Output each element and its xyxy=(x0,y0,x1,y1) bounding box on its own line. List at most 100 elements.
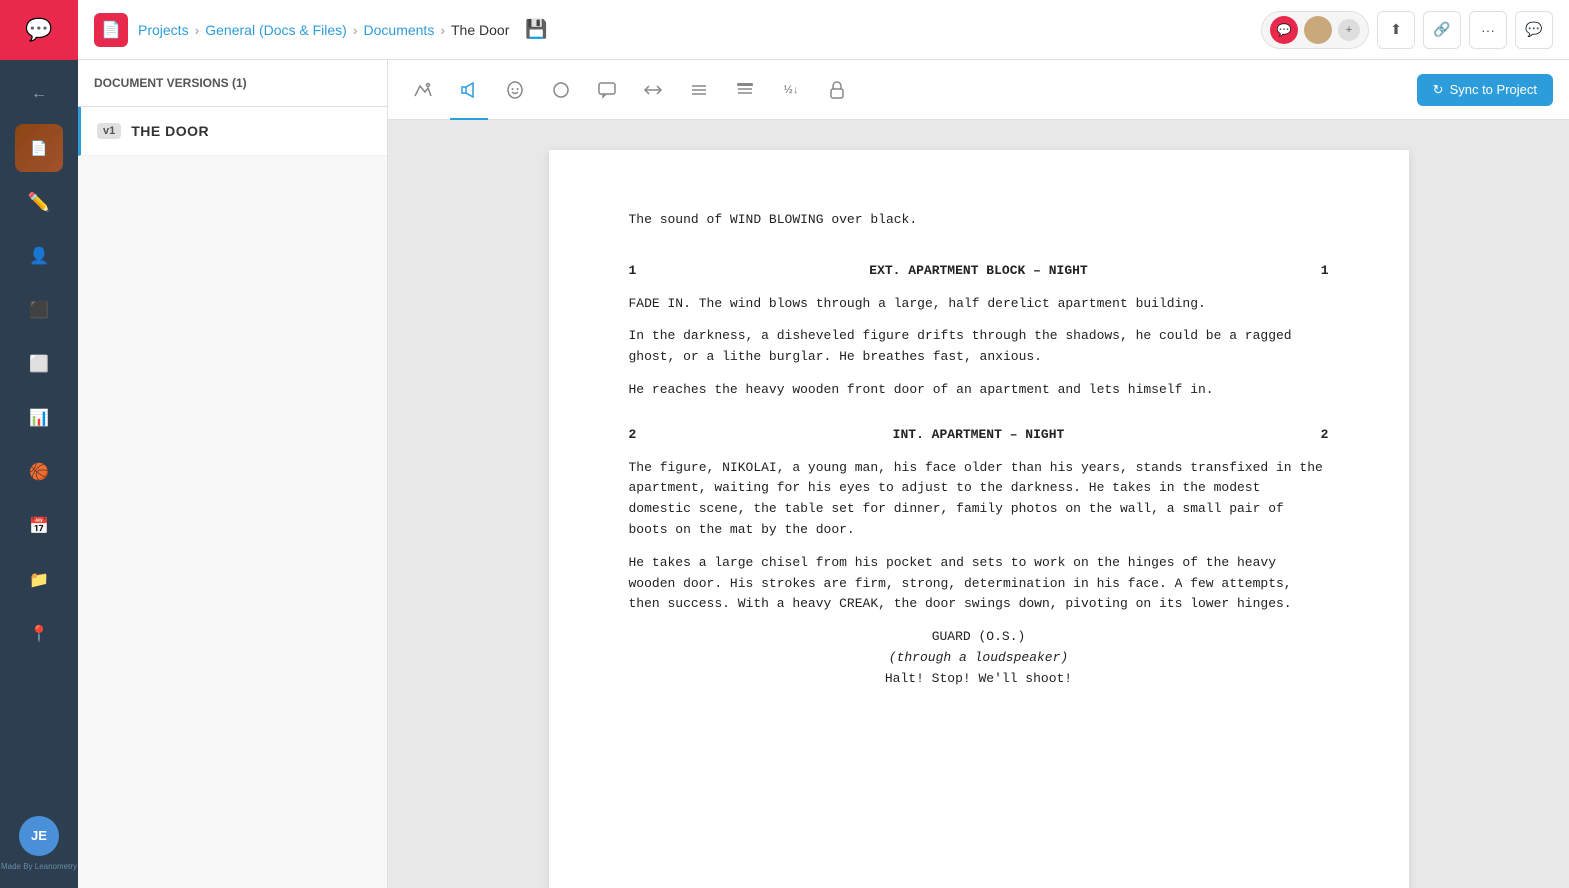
save-icon[interactable]: 💾 xyxy=(525,19,547,40)
scene-1-para-0: FADE IN. The wind blows through a large,… xyxy=(629,294,1329,315)
chat-icon: 💬 xyxy=(1525,21,1542,38)
document-area: The sound of WIND BLOWING over black. 1 … xyxy=(388,120,1569,888)
document-page: The sound of WIND BLOWING over black. 1 … xyxy=(549,150,1409,888)
scene-1-heading: 1 EXT. APARTMENT BLOCK – NIGHT 1 xyxy=(629,261,1329,282)
toolbar-text[interactable] xyxy=(726,71,764,109)
sidebar-item-document[interactable]: 📄 xyxy=(15,124,63,172)
sidebar-item-location[interactable]: 📍 xyxy=(15,610,63,658)
dialogue-block: GUARD (O.S.) (through a loudspeaker) Hal… xyxy=(629,627,1329,689)
sidebar-avatar[interactable]: JE xyxy=(19,816,59,856)
link-icon: 🔗 xyxy=(1433,21,1450,38)
scene-1-body: FADE IN. The wind blows through a large,… xyxy=(629,294,1329,401)
scene-1: 1 EXT. APARTMENT BLOCK – NIGHT 1 FADE IN… xyxy=(629,261,1329,401)
version-item-1[interactable]: v1 THE DOOR xyxy=(78,107,387,156)
arrows-icon xyxy=(643,80,663,100)
sidebar-nav: ← 📄 ✏️ 👤 ⬛ ⬜ 📊 🏀 📅 📁 📍 xyxy=(0,60,78,816)
sync-label: Sync to Project xyxy=(1450,82,1537,97)
dialogue-character: GUARD (O.S.) xyxy=(629,627,1329,648)
export-icon: ⬆ xyxy=(1390,21,1402,38)
more-options-button[interactable]: ··· xyxy=(1469,11,1507,49)
breadcrumb-sep-1: › xyxy=(195,22,200,38)
sidebar-item-back[interactable]: ← xyxy=(15,70,63,118)
script-intro: The sound of WIND BLOWING over black. xyxy=(629,210,1329,231)
sidebar-logo[interactable]: 💬 xyxy=(0,0,78,60)
text-align-icon xyxy=(735,80,755,100)
app-header: 📄 Projects › General (Docs & Files) › Do… xyxy=(78,0,1569,60)
toolbar-numbering[interactable]: ½↓ xyxy=(772,71,810,109)
sidebar-bottom: JE Made By Leanometry xyxy=(1,816,77,888)
scene-1-para-1: In the darkness, a disheveled figure dri… xyxy=(629,326,1329,368)
sidebar-item-calendar[interactable]: 📅 xyxy=(15,502,63,550)
version-title: THE DOOR xyxy=(131,123,209,139)
chat-panel-button[interactable]: 💬 xyxy=(1515,11,1553,49)
intro-text: The sound of WIND BLOWING over black. xyxy=(629,212,918,227)
circle-icon xyxy=(551,80,571,100)
collaborators-group: 💬 + xyxy=(1261,11,1369,49)
format-list-icon xyxy=(689,80,709,100)
scene-1-num-right: 1 xyxy=(1321,261,1329,282)
scene-2-num-right: 2 xyxy=(1321,425,1329,446)
numbering-label: ½↓ xyxy=(784,84,799,96)
mountains-icon xyxy=(413,80,433,100)
scene-2-title: INT. APARTMENT – NIGHT xyxy=(893,425,1065,446)
main-content: 📄 Projects › General (Docs & Files) › Do… xyxy=(78,0,1569,888)
scene-1-title: EXT. APARTMENT BLOCK – NIGHT xyxy=(869,261,1087,282)
versions-panel: DOCUMENT VERSIONS (1) v1 THE DOOR xyxy=(78,60,388,888)
sidebar-item-write[interactable]: ✏️ xyxy=(15,178,63,226)
more-icon: ··· xyxy=(1481,22,1495,38)
chat-icon-header[interactable]: 💬 xyxy=(1270,16,1298,44)
user-avatar[interactable] xyxy=(1304,16,1332,44)
breadcrumb-sep-2: › xyxy=(353,22,358,38)
toolbar-character[interactable] xyxy=(496,71,534,109)
toolbar-arrows[interactable] xyxy=(634,71,672,109)
sidebar-item-storyboard[interactable]: ⬛ xyxy=(15,286,63,334)
breadcrumb-projects[interactable]: Projects xyxy=(138,22,189,38)
toolbar-format[interactable] xyxy=(680,71,718,109)
dialogue-direction: (through a loudspeaker) xyxy=(629,648,1329,669)
lock-icon xyxy=(827,80,847,100)
sidebar-item-character[interactable]: 👤 xyxy=(15,232,63,280)
scene-2-body: The figure, NIKOLAI, a young man, his fa… xyxy=(629,458,1329,616)
sync-to-project-button[interactable]: ↻ Sync to Project xyxy=(1417,74,1553,106)
scene-2: 2 INT. APARTMENT – NIGHT 2 The figure, N… xyxy=(629,425,1329,690)
dialogue-line: Halt! Stop! We'll shoot! xyxy=(629,669,1329,690)
toolbar-comment[interactable] xyxy=(588,71,626,109)
breadcrumb-documents[interactable]: Documents xyxy=(364,22,435,38)
content-area: DOCUMENT VERSIONS (1) v1 THE DOOR xyxy=(78,60,1569,888)
scene-2-num-left: 2 xyxy=(629,425,637,446)
toolbar-scene[interactable] xyxy=(404,71,442,109)
sync-icon: ↻ xyxy=(1433,82,1444,98)
toolbar-lock[interactable] xyxy=(818,71,856,109)
header-right: 💬 + ⬆ 🔗 ··· 💬 xyxy=(1261,11,1553,49)
toolbar-dialogue[interactable] xyxy=(542,71,580,109)
sidebar-item-data[interactable]: 📊 xyxy=(15,394,63,442)
breadcrumb-sep-3: › xyxy=(440,22,445,38)
sidebar-item-folder[interactable]: 📁 xyxy=(15,556,63,604)
breadcrumb-general[interactable]: General (Docs & Files) xyxy=(205,22,347,38)
add-user-button[interactable]: + xyxy=(1338,19,1360,41)
speech-bubble-icon xyxy=(597,80,617,100)
logo-icon: 💬 xyxy=(25,17,52,43)
scene-2-para-0: The figure, NIKOLAI, a young man, his fa… xyxy=(629,458,1329,541)
version-badge: v1 xyxy=(97,123,121,139)
header-doc-icon: 📄 xyxy=(94,13,128,47)
sidebar-item-sports[interactable]: 🏀 xyxy=(15,448,63,496)
sidebar-made-by: Made By Leanometry xyxy=(1,862,77,872)
versions-header: DOCUMENT VERSIONS (1) xyxy=(78,60,387,107)
megaphone-icon xyxy=(459,80,479,100)
scene-1-num-left: 1 xyxy=(629,261,637,282)
sidebar: 💬 ← 📄 ✏️ 👤 ⬛ ⬜ 📊 🏀 📅 📁 📍 JE Made By Lean… xyxy=(0,0,78,888)
scene-2-heading: 2 INT. APARTMENT – NIGHT 2 xyxy=(629,425,1329,446)
toolbar-action[interactable] xyxy=(450,71,488,109)
toolbar: ½↓ ↻ Sync to Project xyxy=(388,60,1569,120)
document-thumbnail-icon: 📄 xyxy=(30,140,47,157)
breadcrumb: 📄 Projects › General (Docs & Files) › Do… xyxy=(94,13,1261,47)
mask-icon xyxy=(505,80,525,100)
scene-2-para-1: He takes a large chisel from his pocket … xyxy=(629,553,1329,615)
link-button[interactable]: 🔗 xyxy=(1423,11,1461,49)
export-button[interactable]: ⬆ xyxy=(1377,11,1415,49)
editor-panel: ½↓ ↻ Sync to Project The sound of WIND B… xyxy=(388,60,1569,888)
sidebar-item-table[interactable]: ⬜ xyxy=(15,340,63,388)
breadcrumb-current: The Door xyxy=(451,22,509,38)
scene-1-para-2: He reaches the heavy wooden front door o… xyxy=(629,380,1329,401)
